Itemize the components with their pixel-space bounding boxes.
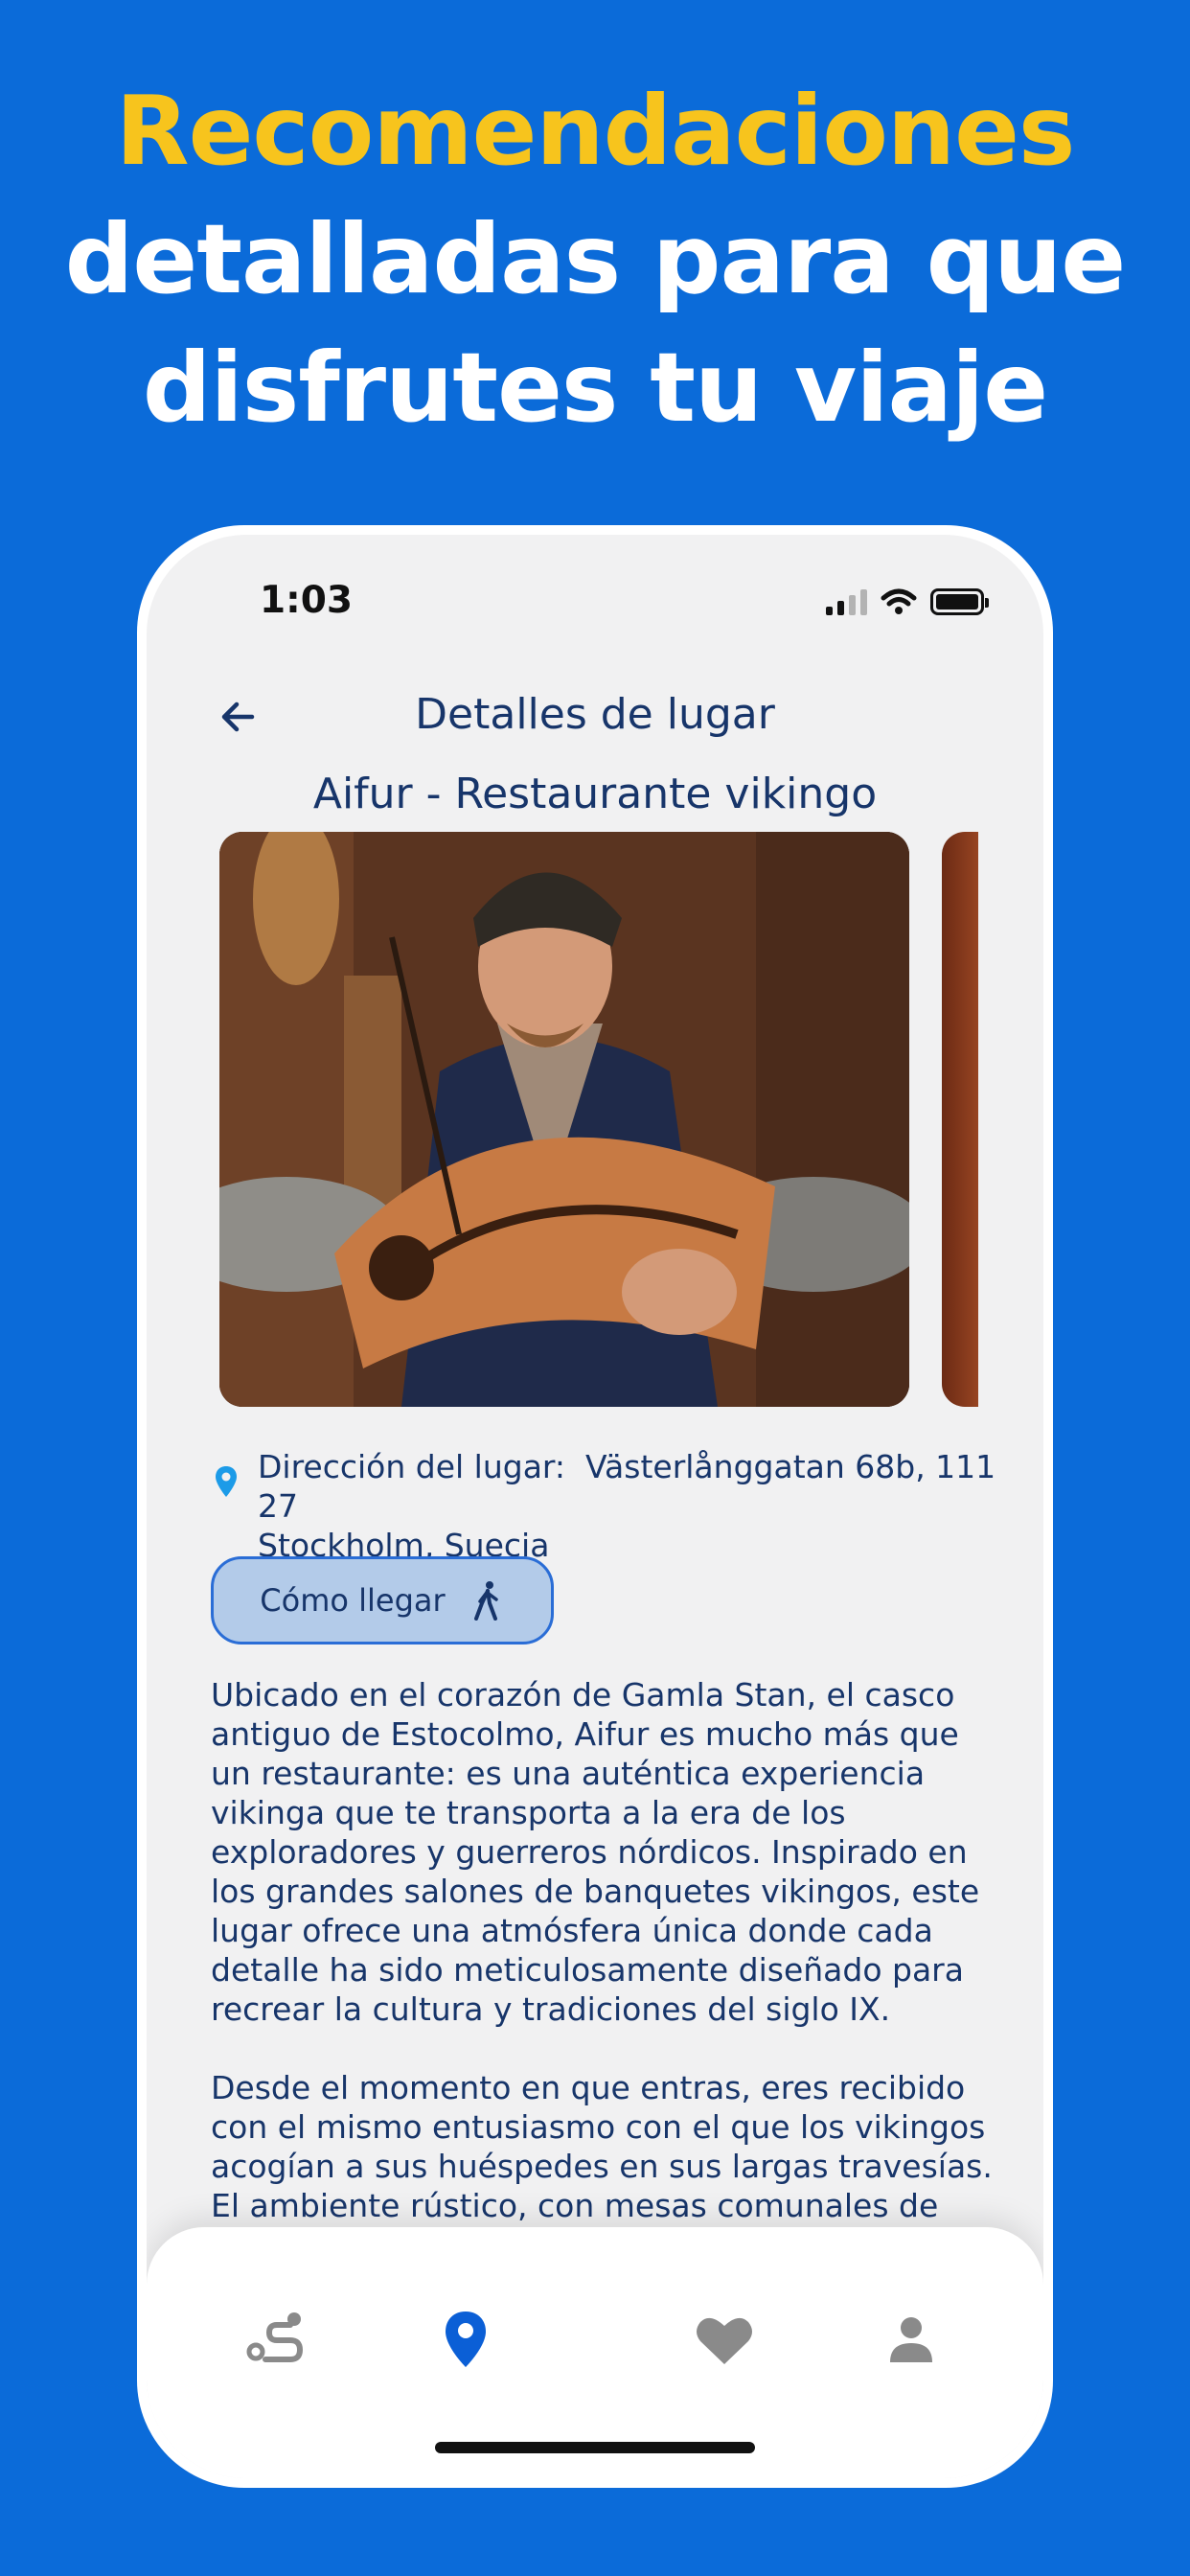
place-name: Aifur - Restaurante vikingo: [312, 770, 878, 818]
location-pin-icon: [216, 1466, 237, 1497]
heart-icon: [697, 2317, 752, 2364]
route-icon: [246, 2312, 304, 2362]
nav-routes[interactable]: [242, 2306, 309, 2373]
battery-icon: [930, 588, 989, 615]
place-photo-musician[interactable]: [219, 832, 909, 1407]
headline-line-2: detalladas para que: [64, 203, 1126, 315]
walking-person-icon: [473, 1581, 498, 1621]
nav-favorites[interactable]: [691, 2306, 758, 2373]
headline-line-3: disfrutes tu viaje: [142, 332, 1048, 444]
place-photo-next[interactable]: [942, 832, 978, 1407]
location-pin-icon: [446, 2312, 486, 2367]
phone-frame: 1:03 Detalles de lugar Aifur - Restauran…: [137, 525, 1053, 2488]
description-paragraph-1: Ubicado en el corazón de Gamla Stan, el …: [211, 1676, 980, 2028]
status-time: 1:03: [260, 579, 354, 622]
wifi-icon: [881, 588, 917, 614]
directions-button[interactable]: Cómo llegar: [211, 1556, 554, 1644]
app-screen: 1:03 Detalles de lugar Aifur - Restauran…: [147, 535, 1043, 2478]
address-text: Dirección del lugar: Västerlånggatan 68b…: [258, 1447, 1009, 1565]
directions-button-label: Cómo llegar: [260, 1582, 446, 1619]
status-icons: [826, 585, 989, 619]
headline-line-1: Recomendaciones: [115, 75, 1076, 187]
person-icon: [890, 2317, 932, 2362]
musician-illustration: [219, 832, 909, 1407]
address-row: Dirección del lugar: Västerlånggatan 68b…: [214, 1447, 1009, 1565]
page-title: Detalles de lugar: [415, 690, 775, 739]
home-indicator[interactable]: [435, 2442, 755, 2453]
nav-profile[interactable]: [878, 2306, 945, 2373]
bottom-navigation: [147, 2227, 1043, 2478]
cellular-signal-icon: [826, 588, 867, 615]
address-label: Dirección del lugar:: [258, 1448, 566, 1485]
nav-places[interactable]: [432, 2306, 499, 2373]
photo-gallery[interactable]: [219, 832, 978, 1407]
headline: Recomendaciones detalladas para que disf…: [0, 67, 1190, 452]
